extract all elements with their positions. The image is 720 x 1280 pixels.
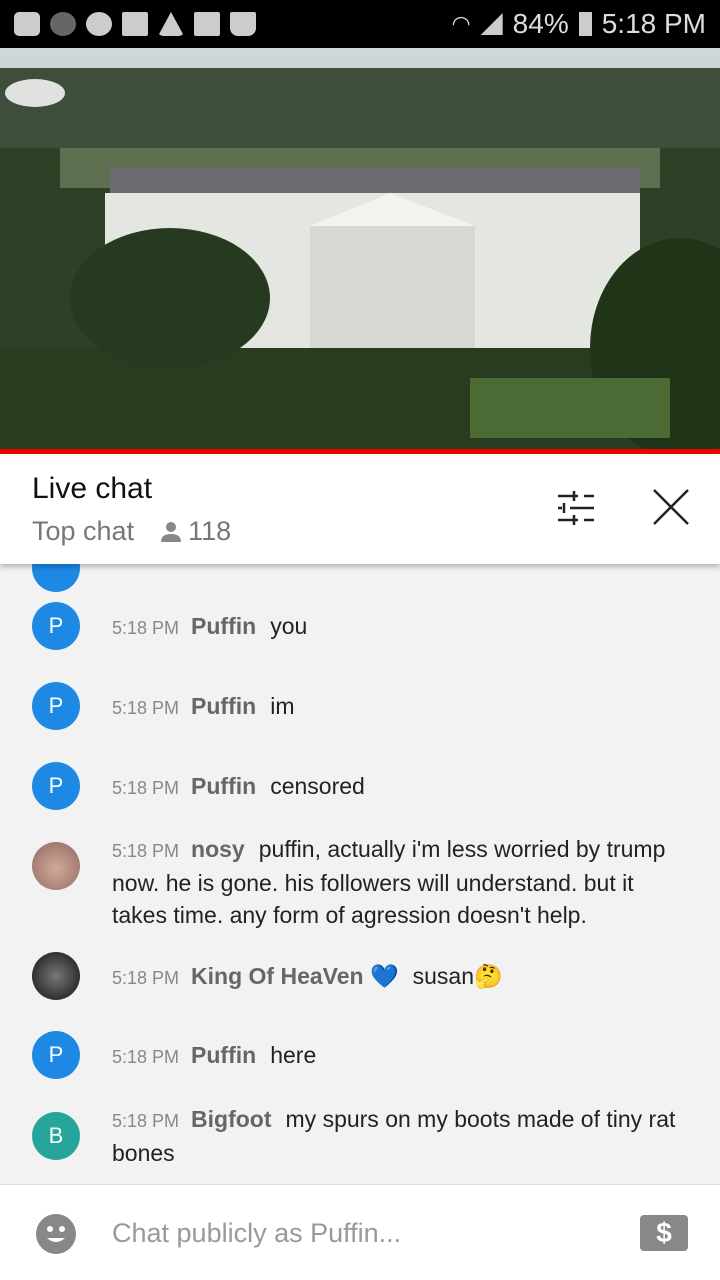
message-author[interactable]: Puffin — [191, 773, 256, 799]
chat-input[interactable]: Chat publicly as Puffin... — [112, 1218, 401, 1249]
emoji-smiley-icon[interactable] — [36, 1214, 76, 1254]
message-time: 5:18 PM — [112, 618, 180, 638]
avatar — [32, 952, 80, 1000]
message-author[interactable]: Puffin — [191, 693, 256, 719]
message-author[interactable]: Puffin — [191, 1042, 256, 1068]
chat-title: Live chat — [32, 472, 153, 505]
battery-icon — [578, 12, 592, 36]
wifi-icon: ◠ — [451, 11, 471, 36]
folder-icon — [122, 12, 148, 36]
avatar: P — [32, 1031, 80, 1079]
chat-input-bar: Chat publicly as Puffin... $ — [0, 1184, 720, 1280]
chat-mode-selector[interactable]: Top chat — [32, 516, 134, 547]
youtube-icon — [14, 12, 40, 36]
signal-icon — [480, 13, 503, 35]
viewer-count: 118 — [160, 516, 231, 547]
m-app-icon — [86, 12, 112, 36]
filter-sliders-icon[interactable] — [556, 490, 596, 526]
person-icon — [161, 521, 182, 542]
super-chat-dollar-icon[interactable]: $ — [640, 1215, 688, 1251]
close-icon[interactable] — [652, 488, 690, 526]
chat-header: Live chat Top chat 118 — [0, 454, 720, 564]
battery-level: 84% — [512, 8, 569, 39]
clock: 5:18 PM — [601, 8, 706, 39]
warning-icon — [158, 12, 184, 36]
video-player[interactable] — [0, 48, 720, 450]
chat-messages-list[interactable]: P 5:18 PM Puffin you P 5:18 PM Puffin im P 5… — [0, 564, 720, 1184]
avatar: B — [32, 1112, 80, 1160]
status-bar: ◠ 84% 5:18 PM — [0, 0, 720, 48]
avatar — [32, 564, 80, 592]
message-author[interactable]: Puffin — [191, 613, 256, 639]
message-time: 5:18 PM — [112, 778, 180, 798]
avatar: P — [32, 762, 80, 810]
avatar — [32, 842, 80, 890]
avatar: P — [32, 602, 80, 650]
message-text: im — [270, 693, 295, 719]
message-text: here — [270, 1042, 317, 1068]
message-time: 5:18 PM — [112, 698, 180, 718]
message-time: 5:18 PM — [112, 968, 180, 988]
video-frame — [0, 48, 720, 450]
message-author[interactable]: King Of HeaVen 💙 — [191, 963, 399, 989]
message-text: you — [270, 613, 308, 639]
image-icon — [194, 12, 220, 36]
message-time: 5:18 PM — [112, 1047, 180, 1067]
shopping-bag-icon — [230, 12, 256, 36]
m-app-icon — [50, 12, 76, 36]
message-text: censored — [270, 773, 365, 799]
message-time: 5:18 PM — [112, 1111, 180, 1131]
message-author[interactable]: nosy — [191, 836, 245, 862]
message-time: 5:18 PM — [112, 841, 180, 861]
message-text: susan🤔 — [412, 963, 503, 989]
message-author[interactable]: Bigfoot — [191, 1106, 271, 1132]
avatar: P — [32, 682, 80, 730]
viewer-count-value: 118 — [188, 516, 232, 546]
